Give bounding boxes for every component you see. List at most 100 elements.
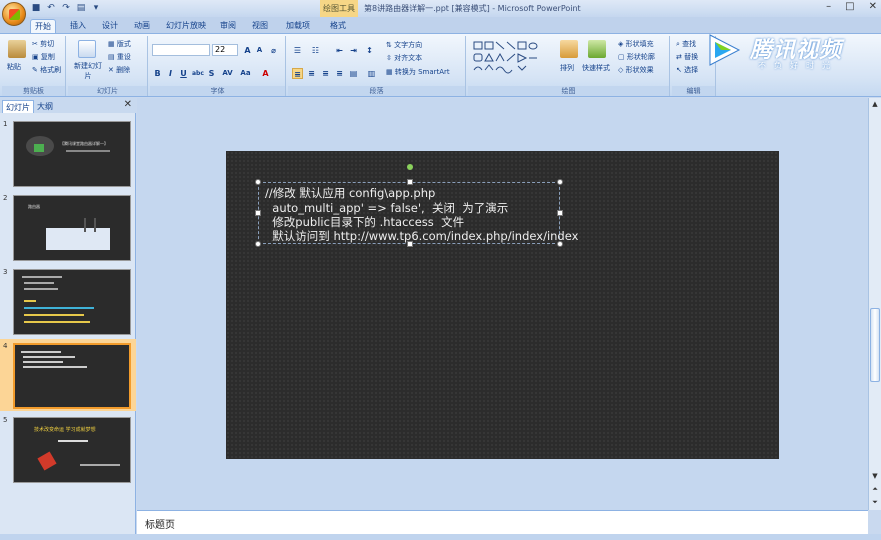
change-case-icon[interactable]: Aa	[240, 68, 251, 79]
align-center-icon[interactable]: ≡	[306, 68, 317, 79]
font-size-combo[interactable]: 22	[212, 44, 238, 56]
undo-icon[interactable]: ↶	[45, 2, 57, 14]
delete-slide-button[interactable]: ✕ 删除	[108, 65, 130, 75]
thumb-line	[58, 440, 88, 442]
cut-label: 剪切	[40, 40, 55, 48]
shrink-font-icon[interactable]: A	[254, 45, 265, 56]
notes-pane[interactable]: 标题页	[137, 510, 868, 534]
previous-slide-icon[interactable]: ⏶	[869, 483, 881, 495]
cut-button[interactable]: ✂ 剪切	[32, 39, 54, 49]
rotation-handle[interactable]	[407, 164, 413, 170]
increase-indent-icon[interactable]: ⇥	[348, 45, 359, 56]
slide-thumbnail-2[interactable]: 2 路由器	[0, 191, 136, 263]
tab-slideshow[interactable]: 幻灯片放映	[162, 19, 210, 33]
tab-design[interactable]: 设计	[98, 19, 122, 33]
columns-icon[interactable]: ▥	[366, 68, 377, 79]
layout-label: 版式	[116, 40, 131, 48]
arrange-icon[interactable]	[560, 40, 578, 58]
scroll-up-icon[interactable]: ▲	[869, 98, 881, 110]
minimize-icon[interactable]: –	[826, 1, 831, 12]
font-color-icon[interactable]: A	[260, 68, 271, 79]
clear-format-icon[interactable]: ⌀	[268, 45, 279, 56]
selected-text-box[interactable]: //修改 默认应用 config\app.php auto_multi_app'…	[255, 164, 578, 247]
maximize-icon[interactable]: □	[845, 1, 854, 12]
tencent-video-watermark: 腾讯视频 不负好时光	[700, 28, 870, 76]
strikethrough-icon[interactable]: abc	[192, 68, 204, 79]
tab-slides[interactable]: 幻灯片	[2, 100, 34, 113]
char-spacing-icon[interactable]: AV	[222, 68, 233, 79]
arrange-button[interactable]: 排列	[560, 63, 574, 73]
underline-icon[interactable]: U	[178, 68, 189, 79]
slide-thumbnail-4[interactable]: 4	[0, 339, 136, 411]
thumb-line	[23, 366, 87, 368]
tab-review[interactable]: 审阅	[216, 19, 240, 33]
new-slide-button[interactable]: 新建幻灯片	[72, 61, 104, 81]
new-slide-icon[interactable]	[78, 40, 96, 58]
current-slide[interactable]: //修改 默认应用 config\app.php auto_multi_app'…	[226, 151, 779, 459]
slide-text-line-1[interactable]: //修改 默认应用 config\app.php	[265, 185, 435, 201]
slide-text-line-4[interactable]: 默认访问到 http://www.tp6.com/index.php/index…	[265, 228, 578, 244]
font-name-combo[interactable]	[152, 44, 210, 56]
tab-addins[interactable]: 加载项	[282, 19, 314, 33]
shape-fill-button[interactable]: ◈ 形状填充	[618, 39, 654, 49]
tab-insert[interactable]: 插入	[66, 19, 90, 33]
shape-outline-button[interactable]: ▢ 形状轮廓	[618, 52, 655, 62]
save-icon[interactable]: ■	[30, 2, 42, 14]
customize-qat-icon[interactable]: ▾	[90, 2, 102, 14]
paragraph-group-label: 段落	[288, 86, 465, 96]
justify-icon[interactable]: ≡	[334, 68, 345, 79]
shadow-icon[interactable]: S	[206, 68, 217, 79]
resize-handle-ne[interactable]	[557, 179, 563, 185]
bold-icon[interactable]: B	[152, 68, 163, 79]
slide-thumbnail-1[interactable]: 1 【腾讯课堂路由器详解一】	[0, 117, 136, 189]
next-slide-icon[interactable]: ⏷	[869, 496, 881, 508]
align-text-button[interactable]: ⇳ 对齐文本	[386, 53, 422, 63]
line-spacing-icon[interactable]: ↕	[364, 45, 375, 56]
find-button[interactable]: ⌕ 查找	[676, 39, 696, 49]
distribute-icon[interactable]: ▤	[348, 68, 359, 79]
resize-handle-nw[interactable]	[255, 179, 261, 185]
copy-button[interactable]: ▣ 复制	[32, 52, 55, 62]
grow-font-icon[interactable]: A	[242, 45, 253, 56]
tab-view[interactable]: 视图	[248, 19, 272, 33]
redo-icon[interactable]: ↷	[60, 2, 72, 14]
shape-effects-button[interactable]: ◇ 形状效果	[618, 65, 654, 75]
format-painter-button[interactable]: ✎ 格式刷	[32, 65, 61, 75]
window-controls: – □ ✕	[826, 1, 877, 12]
thumbnail-preview	[13, 343, 131, 409]
quick-styles-icon[interactable]	[588, 40, 606, 58]
tab-format[interactable]: 格式	[326, 19, 350, 33]
text-direction-button[interactable]: ⇅ 文字方向	[386, 40, 422, 50]
align-right-icon[interactable]: ≡	[320, 68, 331, 79]
close-icon[interactable]: ✕	[869, 1, 877, 12]
numbering-icon[interactable]: ☷	[310, 45, 321, 56]
slide-thumbnail-3[interactable]: 3	[0, 265, 136, 337]
vertical-scrollbar[interactable]: ▲ ▼ ⏶ ⏷	[868, 98, 881, 510]
decrease-indent-icon[interactable]: ⇤	[334, 45, 345, 56]
smartart-button[interactable]: ▦ 转换为 SmartArt	[386, 67, 450, 77]
scroll-down-icon[interactable]: ▼	[869, 470, 881, 482]
align-left-icon[interactable]: ≡	[292, 68, 303, 79]
thumbnail-preview: 路由器	[13, 195, 131, 261]
scroll-thumb[interactable]	[870, 308, 880, 382]
resize-handle-e[interactable]	[557, 210, 563, 216]
office-button[interactable]	[2, 2, 26, 26]
italic-icon[interactable]: I	[165, 68, 176, 79]
print-preview-icon[interactable]: ▤	[75, 2, 87, 14]
resize-handle-sw[interactable]	[255, 241, 261, 247]
tab-outline[interactable]: 大纲	[34, 100, 56, 113]
shapes-gallery[interactable]	[472, 40, 552, 76]
close-panel-icon[interactable]: ✕	[124, 99, 132, 110]
paste-button[interactable]: 粘贴	[7, 62, 21, 72]
layout-button[interactable]: ▦ 版式	[108, 39, 131, 49]
tab-animations[interactable]: 动画	[130, 19, 154, 33]
paste-icon[interactable]	[8, 40, 26, 58]
quick-styles-button[interactable]: 快速样式	[582, 63, 610, 73]
select-button[interactable]: ↖ 选择	[676, 65, 698, 75]
replace-button[interactable]: ⇄ 替换	[676, 52, 698, 62]
bullets-icon[interactable]: ☰	[292, 45, 303, 56]
reset-button[interactable]: ▤ 重设	[108, 52, 131, 62]
tab-home[interactable]: 开始	[30, 19, 56, 33]
slide-thumbnail-5[interactable]: 5 技术改变命运 学习成就梦想	[0, 413, 136, 485]
resize-handle-w[interactable]	[255, 210, 261, 216]
